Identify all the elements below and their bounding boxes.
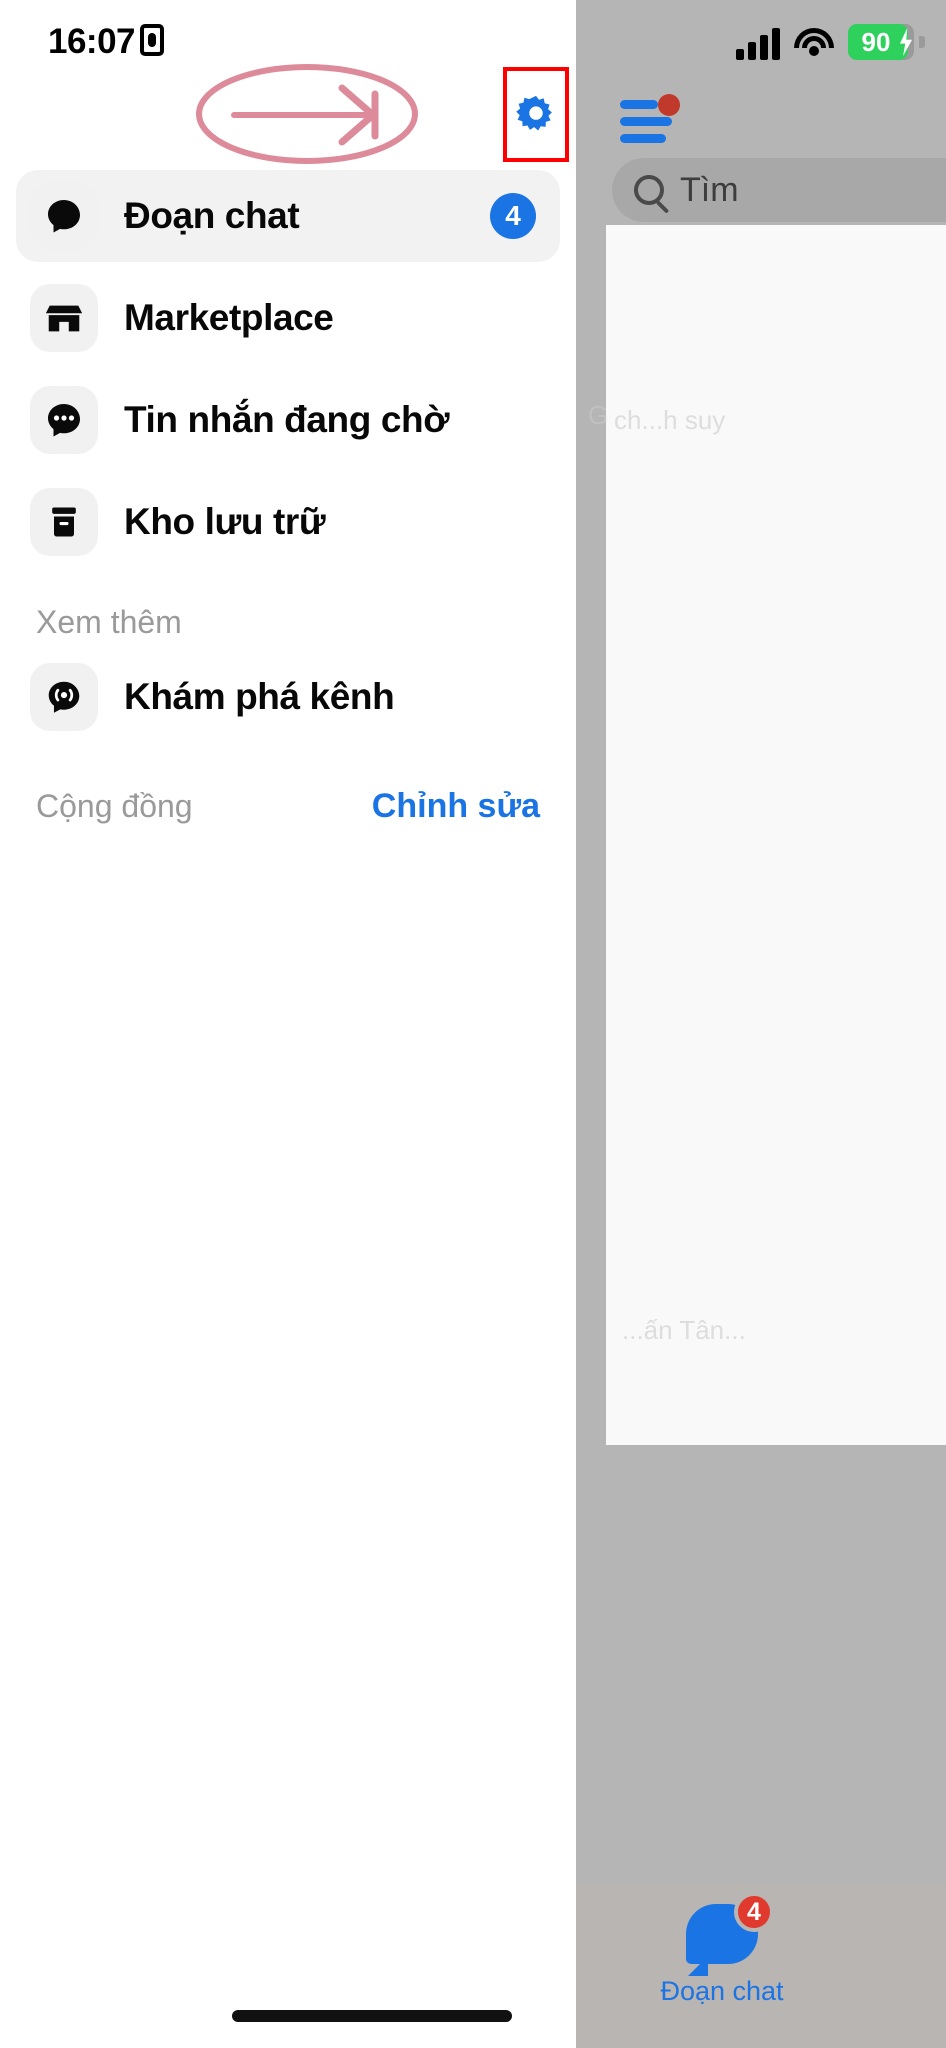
status-time: 16:07	[48, 22, 136, 61]
screen-record-icon	[140, 24, 164, 56]
battery-percent: 90	[861, 26, 891, 57]
wifi-icon	[794, 26, 834, 60]
hamburger-menu-icon[interactable]	[620, 94, 680, 144]
background-tab-bar: 4 Đoạn chat	[570, 1882, 946, 2048]
ghost-text: ...ấn Tân...	[622, 1315, 746, 1345]
tab-label: Đoạn chat	[660, 1976, 784, 2006]
gear-icon[interactable]	[513, 92, 559, 138]
menu-notification-dot	[658, 94, 680, 116]
storefront-icon	[30, 284, 98, 352]
menu-item-discover-channels[interactable]: Khám phá kênh	[16, 651, 560, 743]
menu-item-label: Đoạn chat	[124, 195, 300, 236]
search-input[interactable]: Tìm	[612, 158, 946, 222]
unread-badge: 4	[490, 193, 536, 239]
message-requests-icon	[30, 386, 98, 454]
cellular-signal-icon	[736, 26, 780, 60]
menu-item-label: Khám phá kênh	[124, 676, 395, 717]
search-placeholder: Tìm	[680, 170, 739, 209]
broadcast-channel-icon	[30, 663, 98, 731]
tab-chats[interactable]: 4 Đoạn chat	[632, 1892, 812, 2007]
chat-bubble-icon	[30, 182, 98, 250]
section-community: Cộng đồng Chỉnh sửa	[36, 787, 540, 826]
tab-badge: 4	[734, 1892, 774, 1932]
home-indicator[interactable]	[232, 2010, 512, 2022]
drawer-menu-list: Đoạn chat 4 Marketplace Tin nhắn đang ch…	[0, 170, 576, 826]
settings-gear-highlight-box	[503, 67, 569, 162]
navigation-drawer: Đoạn chat 4 Marketplace Tin nhắn đang ch…	[0, 0, 576, 2048]
ghost-text: ch...h suy	[614, 405, 726, 435]
menu-item-label: Tin nhắn đang chờ	[124, 399, 450, 440]
edit-communities-button[interactable]: Chỉnh sửa	[372, 787, 540, 826]
archive-box-icon	[30, 488, 98, 556]
section-title-community: Cộng đồng	[36, 788, 193, 824]
battery-indicator: 90	[848, 24, 925, 60]
ghost-text: G	[588, 400, 609, 430]
background-chat-list[interactable]: ch...h suy ...ấn Tân...	[606, 225, 946, 1445]
menu-item-message-requests[interactable]: Tin nhắn đang chờ	[16, 374, 560, 466]
chat-tab-icon: 4	[686, 1892, 774, 1976]
search-icon	[634, 175, 664, 205]
menu-item-archive[interactable]: Kho lưu trữ	[16, 476, 560, 568]
section-title-more: Xem thêm	[36, 604, 182, 640]
status-bar: 16:07 90	[0, 0, 946, 78]
menu-item-marketplace[interactable]: Marketplace	[16, 272, 560, 364]
menu-item-chats[interactable]: Đoạn chat 4	[16, 170, 560, 262]
menu-item-label: Kho lưu trữ	[124, 501, 326, 542]
menu-item-label: Marketplace	[124, 297, 334, 338]
